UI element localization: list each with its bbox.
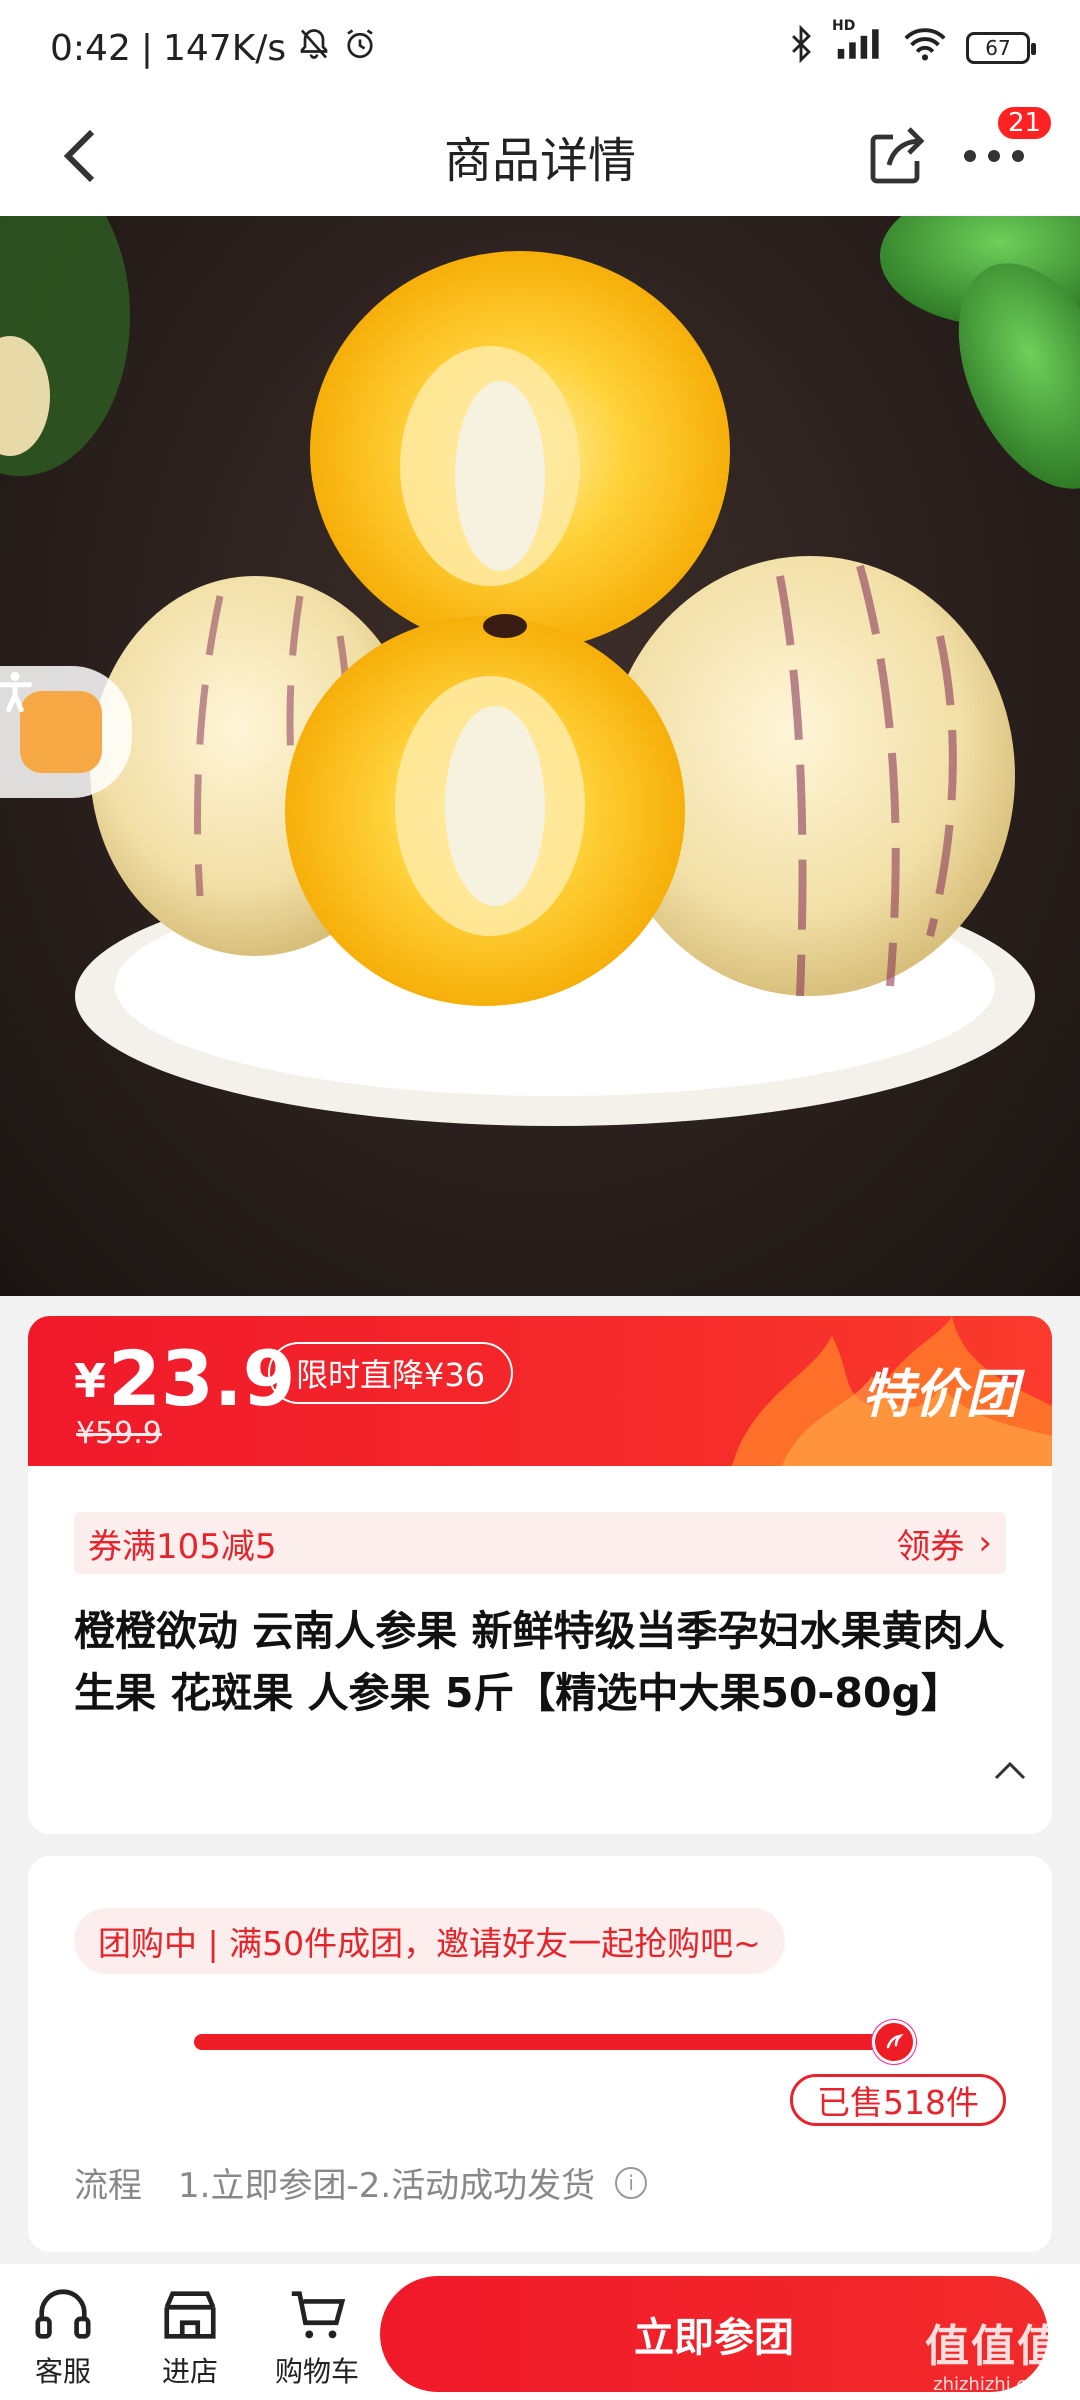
status-time: 0:42 bbox=[50, 27, 131, 69]
watermark-text: 值值值 bbox=[925, 2321, 1063, 2372]
chevron-right-icon: › bbox=[978, 1523, 992, 1563]
process-label: 流程 bbox=[74, 2166, 142, 2206]
chevron-left-icon bbox=[63, 129, 95, 183]
chevron-up-icon[interactable] bbox=[990, 1754, 1030, 1784]
sold-count-badge: 已售518件 bbox=[790, 2074, 1006, 2126]
status-net-speed: 147K/s bbox=[162, 27, 287, 69]
status-bar: 0:42 | 147K/s HD 67 bbox=[0, 0, 1080, 96]
cart-icon bbox=[291, 2291, 346, 2339]
bluetooth-icon bbox=[786, 24, 816, 72]
cart-button[interactable]: 购物车 bbox=[262, 2284, 372, 2390]
promo-label: 特价团 bbox=[862, 1366, 1026, 1424]
original-price: ¥59.9 bbox=[76, 1416, 162, 1451]
top-nav-bar: 商品详情 bbox=[0, 96, 1080, 216]
hd-label: HD bbox=[832, 17, 856, 34]
headset-icon bbox=[35, 2289, 91, 2339]
progress-fill bbox=[194, 2034, 894, 2050]
store-button[interactable]: 进店 bbox=[135, 2284, 245, 2390]
watermark-url: zhizhizhi.com bbox=[933, 2374, 1055, 2395]
currency-symbol: ¥ bbox=[74, 1354, 107, 1408]
customer-service-button[interactable]: 客服 bbox=[8, 2284, 118, 2390]
battery-icon: 67 bbox=[966, 32, 1036, 64]
customer-service-label: 客服 bbox=[34, 2355, 91, 2388]
alarm-icon bbox=[342, 26, 378, 71]
notification-badge: 21 bbox=[995, 104, 1055, 142]
accessibility-icon bbox=[0, 671, 102, 773]
accessibility-button[interactable] bbox=[0, 666, 132, 798]
discount-tag: 限时直降¥36 bbox=[268, 1342, 514, 1404]
wifi-icon bbox=[902, 26, 948, 71]
progress-knob-icon bbox=[872, 2020, 916, 2064]
flame-logo: 特价团 bbox=[732, 1316, 1052, 1466]
product-title: 橙橙欲动 云南人参果 新鲜特级当季孕妇水果黄肉人生果 花斑果 人参果 5斤【精选… bbox=[74, 1607, 1005, 1717]
price-card: ¥ 23.9 ¥59.9 限时直降¥36 特价团 券满105减5 领券 › 橙橙… bbox=[28, 1316, 1052, 1834]
claim-coupon-button[interactable]: 领券 › bbox=[896, 1519, 992, 1568]
coupon-bar[interactable]: 券满105减5 领券 › bbox=[74, 1512, 1006, 1574]
store-icon bbox=[164, 2291, 216, 2339]
watermark-logo: 值值值 zhizhizhi.com bbox=[925, 2310, 1063, 2395]
back-button[interactable] bbox=[60, 118, 130, 194]
signal-icon: HD bbox=[832, 18, 884, 71]
bottom-action-bar: 客服 进店 购物车 立即参团 bbox=[0, 2264, 1080, 2400]
process-row: 流程 1.立即参团-2.活动成功发货 i bbox=[74, 2158, 648, 2207]
cart-label: 购物车 bbox=[274, 2355, 359, 2388]
status-divider: | bbox=[140, 27, 153, 69]
sale-price: 23.9 bbox=[108, 1334, 296, 1423]
claim-coupon-label: 领券 bbox=[896, 1526, 965, 1567]
share-icon bbox=[870, 127, 925, 184]
coupon-text: 券满105减5 bbox=[88, 1526, 277, 1567]
group-progress-bar bbox=[194, 2020, 916, 2064]
process-steps: 1.立即参团-2.活动成功发货 bbox=[178, 2166, 596, 2206]
info-icon[interactable]: i bbox=[615, 2166, 648, 2199]
store-label: 进店 bbox=[161, 2355, 218, 2388]
product-photo bbox=[0, 216, 1080, 1126]
share-button[interactable] bbox=[865, 120, 929, 190]
price-banner: ¥ 23.9 ¥59.9 限时直降¥36 特价团 bbox=[28, 1316, 1052, 1466]
mute-icon bbox=[296, 26, 332, 71]
product-image-carousel[interactable]: 1 /5 bbox=[0, 216, 1080, 1296]
battery-level: 67 bbox=[985, 36, 1011, 60]
group-status-pill: 团购中 | 满50件成团，邀请好友一起抢购吧~ bbox=[74, 1908, 785, 1974]
group-buy-card: 团购中 | 满50件成团，邀请好友一起抢购吧~ 已售518件 流程 1.立即参团… bbox=[28, 1856, 1052, 2252]
